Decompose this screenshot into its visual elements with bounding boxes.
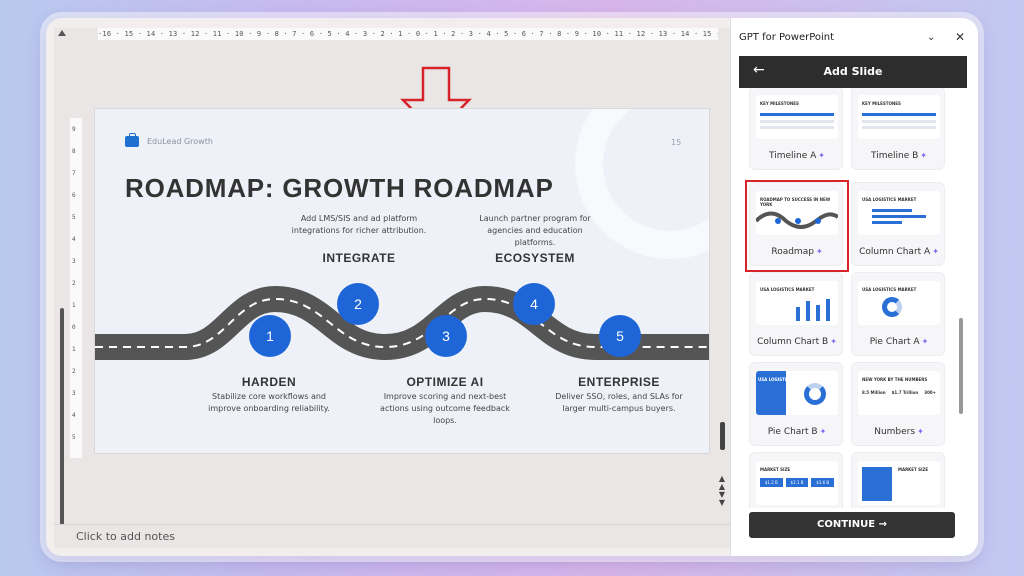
stage-title-2: INTEGRATE [322, 251, 396, 265]
template-label: Column Chart A ✦ [859, 247, 939, 257]
editor-scrollbar[interactable] [720, 422, 725, 450]
slide-title[interactable]: ROADMAP: GROWTH ROADMAP [125, 173, 554, 204]
template-card-timeline-b[interactable]: KEY MILESTONES Timeline B ✦ [851, 88, 945, 170]
template-card-column-chart-a[interactable]: USA LOGISTICS MARKET Column Chart A ✦ [851, 182, 945, 266]
sparkle-icon: ✦ [917, 427, 924, 436]
step-circle-4: 4 [513, 283, 555, 325]
template-card-numbers[interactable]: NEW YORK BY THE NUMBERS 8.5 Million $1.7… [851, 362, 945, 446]
stage-desc-1: Stabilize core workflows and improve onb… [208, 392, 330, 413]
step-circle-2: 2 [337, 283, 379, 325]
thumb-title: USA LOGISTICS MARKET [758, 377, 813, 382]
template-card-market-size-a[interactable]: MARKET SIZE $1.2 B $2.1 B $3.6 B [749, 452, 843, 508]
template-grid: KEY MILESTONES Timeline A ✦ KEY MILESTONE… [749, 88, 949, 508]
template-label: Column Chart B ✦ [757, 337, 837, 347]
brand: EduLead Growth [125, 133, 213, 147]
step-circle-5: 5 [599, 315, 641, 357]
panel-scrollbar[interactable] [959, 318, 963, 414]
slide-page-number: 15 [671, 138, 682, 147]
app-window: ·16 · 15 · 14 · 13 · 12 · 11 · 10 · 9 · … [46, 18, 978, 556]
pie-thumb-icon [804, 383, 826, 405]
thumb-number-1: 8.5 Million [862, 390, 886, 395]
sparkle-icon: ✦ [920, 151, 927, 160]
template-label: Timeline A ✦ [769, 151, 825, 161]
step-circle-3: 3 [425, 315, 467, 357]
brand-name: EduLead Growth [147, 137, 213, 146]
sparkle-icon: ✦ [921, 337, 929, 346]
panel-title: GPT for PowerPoint [739, 32, 835, 43]
thumb-title: KEY MILESTONES [760, 101, 799, 106]
thumb-title: USA LOGISTICS MARKET [862, 197, 917, 202]
thumb-title: USA LOGISTICS MARKET [862, 287, 917, 292]
thumb-title: KEY MILESTONES [862, 101, 901, 106]
stage-title-3: OPTIMIZE AI [406, 375, 484, 389]
chevron-down-icon[interactable]: ⌄ [927, 32, 935, 43]
template-thumbnail: KEY MILESTONES [858, 95, 940, 139]
template-thumbnail: USA LOGISTICS MARKET [858, 281, 940, 325]
add-slide-bar: ← Add Slide [739, 56, 967, 88]
template-card-column-chart-b[interactable]: USA LOGISTICS MARKET Column Chart B ✦ [749, 272, 843, 356]
slide-canvas[interactable]: EduLead Growth 15 ROADMAP: GROWTH ROADMA… [94, 108, 710, 454]
slide-nav-buttons[interactable]: ▲ ▲ ▼ ▼ [716, 475, 728, 507]
pie-thumb-icon [882, 297, 902, 317]
add-slide-title: Add Slide [823, 65, 883, 78]
template-card-timeline-a[interactable]: KEY MILESTONES Timeline A ✦ [749, 88, 843, 170]
template-thumbnail: USA LOGISTICS MARKET [858, 191, 940, 235]
template-thumbnail: KEY MILESTONES [756, 95, 838, 139]
template-thumbnail: MARKET SIZE $1.2 B $2.1 B $3.6 B [756, 461, 838, 505]
thumb-title: USA LOGISTICS MARKET [760, 287, 815, 292]
thumb-number-3: 300+ [924, 390, 936, 395]
sparkle-icon: ✦ [818, 151, 825, 160]
briefcase-icon [125, 133, 139, 147]
notes-pane[interactable]: Click to add notes [54, 524, 730, 548]
template-label: Numbers ✦ [874, 427, 924, 437]
template-label: Pie Chart B ✦ [767, 427, 827, 437]
template-card-market-size-b[interactable]: MARKET SIZE [851, 452, 945, 508]
thumb-value-3: $3.6 B [811, 478, 835, 487]
stage-title-1: HARDEN [241, 375, 297, 389]
sparkle-icon: ✦ [830, 337, 837, 346]
close-icon[interactable]: ✕ [955, 30, 965, 44]
thumb-title: NEW YORK BY THE NUMBERS [862, 377, 928, 382]
thumb-title: MARKET SIZE [898, 467, 929, 472]
gpt-side-panel: GPT for PowerPoint ⌄ ✕ ← Add Slide KEY M… [730, 18, 978, 556]
stage-desc-2: Add LMS/SIS and ad platform integrations… [291, 214, 427, 235]
template-thumbnail: USA LOGISTICS MARKET [756, 371, 838, 415]
template-card-pie-chart-a[interactable]: USA LOGISTICS MARKET Pie Chart A ✦ [851, 272, 945, 356]
scroll-up-icon[interactable] [58, 30, 66, 36]
selected-template-highlight [745, 180, 849, 272]
sparkle-icon: ✦ [819, 427, 827, 436]
left-scrollbar[interactable] [60, 308, 64, 538]
vertical-ruler: 9876 5432 1012 345 [70, 118, 82, 458]
thumb-number-2: $1.7 Trillion [891, 390, 919, 395]
stage-desc-5: Deliver SSO, roles, and SLAs for larger … [555, 392, 683, 413]
template-thumbnail: USA LOGISTICS MARKET [756, 281, 838, 325]
template-card-pie-chart-b[interactable]: USA LOGISTICS MARKET Pie Chart B ✦ [749, 362, 843, 446]
sparkle-icon: ✦ [932, 247, 939, 256]
stage-title-5: ENTERPRISE [578, 375, 660, 389]
continue-button[interactable]: CONTINUE → [749, 512, 955, 538]
thumb-value-1: $1.2 B [760, 478, 783, 487]
template-thumbnail: MARKET SIZE [858, 461, 940, 505]
template-label: Pie Chart A ✦ [869, 337, 929, 347]
horizontal-ruler: ·16 · 15 · 14 · 13 · 12 · 11 · 10 · 9 · … [98, 28, 718, 40]
continue-label: CONTINUE [817, 519, 876, 530]
slide-editor: ·16 · 15 · 14 · 13 · 12 · 11 · 10 · 9 · … [54, 28, 730, 548]
thumb-value-2: $2.1 B [785, 478, 809, 487]
thumb-title: MARKET SIZE [760, 467, 791, 472]
stage-desc-3: Improve scoring and next-best actions us… [380, 392, 510, 425]
stage-title-4: ECOSYSTEM [495, 251, 575, 265]
arrow-right-icon: → [878, 519, 887, 530]
stage-desc-4: Launch partner program for agencies and … [479, 214, 591, 247]
template-label: Timeline B ✦ [870, 151, 927, 161]
step-circle-1: 1 [249, 315, 291, 357]
template-thumbnail: NEW YORK BY THE NUMBERS 8.5 Million $1.7… [858, 371, 940, 415]
